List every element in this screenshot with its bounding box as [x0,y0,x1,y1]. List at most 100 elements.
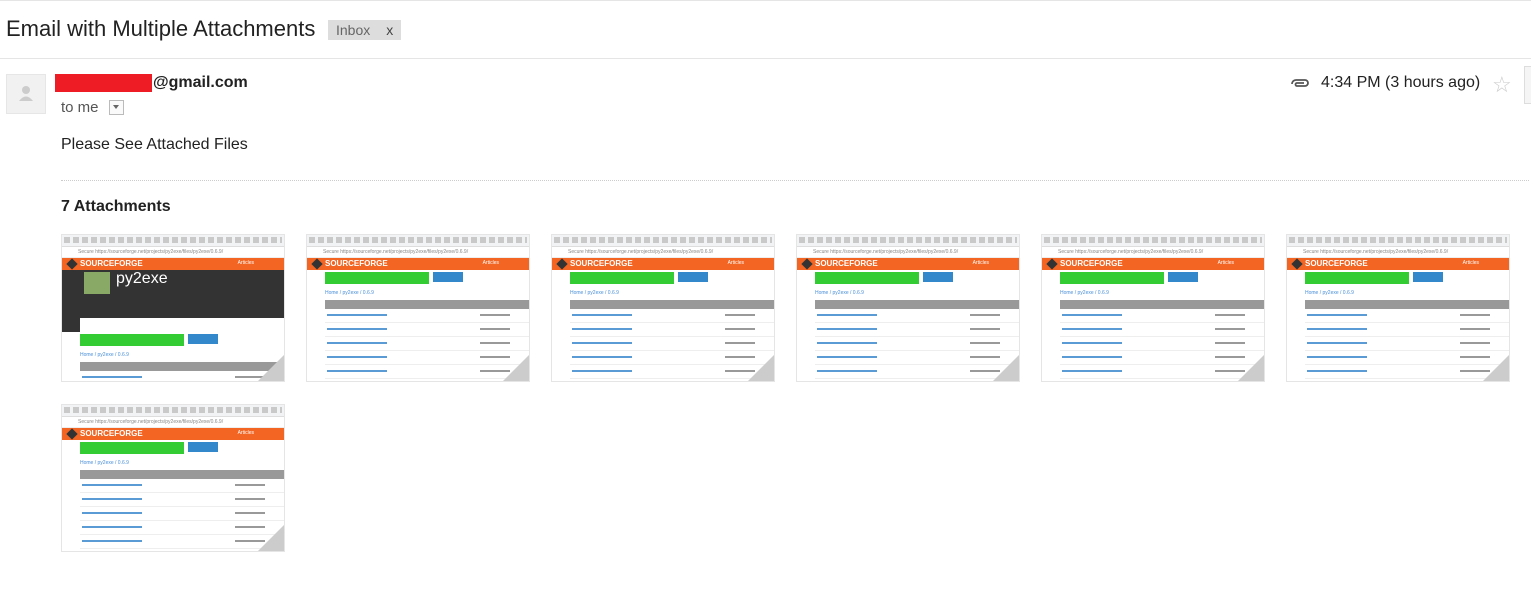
thumb-row-link [82,540,142,542]
thumb-table-row [815,351,1019,365]
thumb-table-row [80,507,284,521]
thumb-browser-chrome [552,235,774,247]
thumb-row-date [1215,342,1245,344]
thumb-table-row [1060,309,1264,323]
thumb-row-date [725,328,755,330]
attachment-thumbnail[interactable]: Secure https://sourceforge.net/projects/… [551,234,775,382]
thumb-articles-link: Articles [727,260,744,266]
attachment-thumbnail[interactable]: Secure https://sourceforge.net/projects/… [61,234,285,382]
email-timestamp: 4:34 PM (3 hours ago) [1321,74,1481,91]
thumb-address-bar: Secure https://sourceforge.net/projects/… [552,247,774,258]
thumb-sourceforge-header: SOURCEFORGE Articles [1042,258,1264,270]
thumb-browser-tabs [309,237,527,243]
thumb-row-link [1062,370,1122,372]
page-curl-icon [258,355,284,381]
attachment-thumbnail[interactable]: Secure https://sourceforge.net/projects/… [306,234,530,382]
page-curl-icon [503,355,529,381]
reply-button-edge[interactable] [1524,66,1531,104]
thumb-table-row [80,535,284,549]
sender-address[interactable]: @gmail.com [55,74,248,92]
project-image [84,272,110,294]
thumb-table-header [80,362,284,371]
thumb-table-row [1305,323,1509,337]
thumb-row-link [327,356,387,358]
thumb-row-link [327,314,387,316]
label-name[interactable]: Inbox [328,22,380,38]
recipient-line: to me [61,99,124,116]
attachment-count: 7 Attachments [61,198,171,215]
thumb-brand: SOURCEFORGE [80,429,143,438]
thumb-table-row [1305,379,1509,381]
thumb-table-header [80,470,284,479]
thumb-row-link [1307,342,1367,344]
thumb-breadcrumb: Home / py2exe / 0.6.9 [1060,290,1109,296]
thumb-row-date [1460,314,1490,316]
thumb-table-row [570,379,774,381]
thumb-address-bar: Secure https://sourceforge.net/projects/… [1287,247,1509,258]
thumb-updates-button [188,442,218,452]
star-icon[interactable]: ☆ [1492,72,1512,98]
thumb-browser-chrome [62,405,284,417]
thumb-articles-link: Articles [237,430,254,436]
thumb-breadcrumb: Home / py2exe / 0.6.9 [1305,290,1354,296]
thumb-updates-button [188,334,218,344]
top-rule [0,0,1531,1]
thumb-browser-chrome [307,235,529,247]
remove-label-button[interactable]: x [380,22,401,38]
thumb-browser-tabs [64,237,282,243]
thumb-download-button [80,442,184,454]
thumb-row-link [572,328,632,330]
thumb-articles-link: Articles [1462,260,1479,266]
sender-domain: @gmail.com [153,74,248,91]
thumb-table-header [815,300,1019,309]
thumb-project-tabs [80,318,284,332]
thumb-table-row [815,379,1019,381]
sourceforge-logo-icon [1291,258,1303,270]
thumb-row-link [1307,314,1367,316]
label-chip-inbox[interactable]: Inbox x [328,20,402,40]
thumb-download-bar [1287,270,1509,290]
thumb-row-link [572,356,632,358]
thumb-download-bar [62,332,284,352]
attachment-thumbnail[interactable]: Secure https://sourceforge.net/projects/… [1286,234,1510,382]
thumb-sourceforge-header: SOURCEFORGE Articles [62,258,284,270]
thumb-row-link [817,370,877,372]
thumb-address-bar: Secure https://sourceforge.net/projects/… [62,247,284,258]
thumb-table-row [815,365,1019,379]
thumb-row-date [235,498,265,500]
redacted-username [55,74,152,92]
thumb-row-date [1460,342,1490,344]
thumb-row-link [817,314,877,316]
thumb-articles-link: Articles [482,260,499,266]
thumb-table-row [1305,337,1509,351]
thumb-row-date [1460,328,1490,330]
thumb-row-link [327,342,387,344]
thumb-row-date [970,314,1000,316]
thumb-row-link [572,314,632,316]
email-subject: Email with Multiple Attachments [6,16,316,41]
thumb-table-row [1060,365,1264,379]
thumb-table-row [325,379,529,381]
thumb-browser-chrome [62,235,284,247]
thumb-row-date [235,484,265,486]
thumb-table-row [1060,323,1264,337]
thumb-browser-tabs [64,407,282,413]
thumb-download-bar [307,270,529,290]
thumb-table-row [80,549,284,551]
thumb-breadcrumb: Home / py2exe / 0.6.9 [570,290,619,296]
thumb-download-bar [1042,270,1264,290]
thumb-updates-button [433,272,463,282]
thumb-row-link [82,498,142,500]
sourceforge-logo-icon [311,258,323,270]
sourceforge-logo-icon [556,258,568,270]
thumb-table-row [815,323,1019,337]
thumb-brand: SOURCEFORGE [1060,259,1123,268]
attachment-thumbnail[interactable]: Secure https://sourceforge.net/projects/… [1041,234,1265,382]
attachment-thumbnail[interactable]: Secure https://sourceforge.net/projects/… [61,404,285,552]
chevron-down-icon[interactable] [108,100,124,115]
thumb-row-link [82,376,142,378]
attachment-thumbnail[interactable]: Secure https://sourceforge.net/projects/… [796,234,1020,382]
page-curl-icon [993,355,1019,381]
thumb-download-button [325,272,429,284]
thumb-row-date [970,328,1000,330]
